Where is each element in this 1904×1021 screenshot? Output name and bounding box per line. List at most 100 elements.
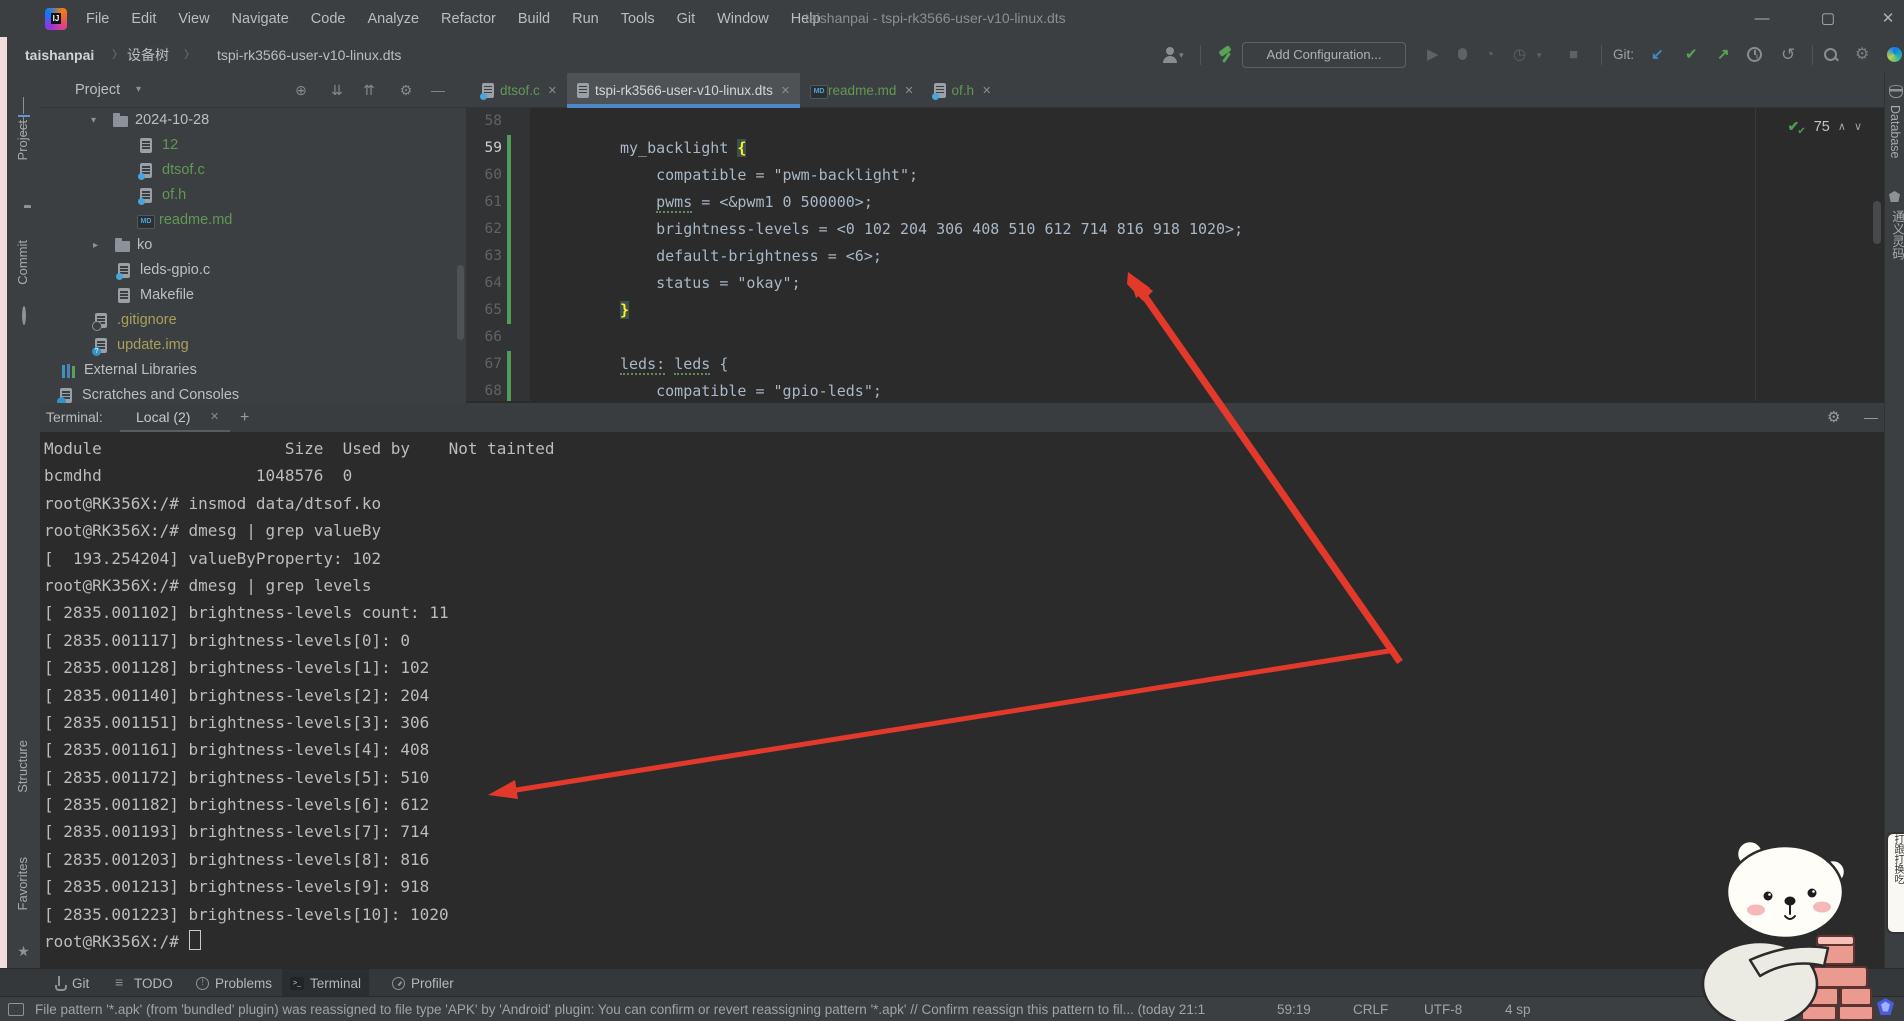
tree-item-external-libraries[interactable]: External Libraries xyxy=(40,358,466,383)
locate-file-icon[interactable]: ⊕ xyxy=(290,73,312,107)
stripe-tab-database[interactable]: Database xyxy=(1888,105,1902,159)
stripe-tab-project[interactable]: Project xyxy=(15,120,30,160)
stripe-tab-favorites[interactable]: Favorites xyxy=(15,857,30,910)
git-commit-check-icon[interactable]: ✔ xyxy=(1685,37,1698,73)
tree-item-2024-10-28[interactable]: ▾2024-10-28 xyxy=(40,108,466,133)
stripe-tab-commit[interactable]: Commit xyxy=(15,240,30,285)
tree-item-dtsof-c[interactable]: dtsof.c xyxy=(40,158,466,183)
user-profile-icon[interactable] xyxy=(1162,47,1178,63)
breadcrumb-project[interactable]: taishanpai xyxy=(25,37,94,73)
close-icon[interactable]: ✕ xyxy=(548,84,557,97)
toolwindow-toggle-icon[interactable] xyxy=(8,1003,24,1016)
close-icon[interactable]: ✕ xyxy=(904,84,913,97)
status-message[interactable]: File pattern '*.apk' (from 'bundled' plu… xyxy=(35,997,1257,1021)
editor-body[interactable]: 5859my_backlight {60 compatible = "pwm-b… xyxy=(466,108,1884,401)
terminal-output[interactable]: Module Size Used by Not taintedbcmdhd 10… xyxy=(40,433,1884,955)
add-configuration-button[interactable]: Add Configuration... xyxy=(1242,42,1406,68)
close-icon[interactable]: ✕ xyxy=(210,403,219,432)
tree-item-12[interactable]: 12 xyxy=(40,133,466,158)
collapse-all-icon[interactable]: ⇈ xyxy=(358,73,380,107)
hide-panel-icon[interactable]: — xyxy=(1864,403,1878,432)
hide-panel-icon[interactable]: — xyxy=(427,73,449,107)
rollback-icon[interactable]: ↺ xyxy=(1781,37,1795,73)
minimize-button[interactable]: — xyxy=(1740,0,1784,37)
tree-item-of-h[interactable]: of.h xyxy=(40,183,466,208)
menu-item-file[interactable]: File xyxy=(75,11,120,27)
chevron-down-icon[interactable]: ▾ xyxy=(1537,37,1542,73)
next-problem-icon[interactable]: ∨ xyxy=(1854,120,1862,133)
scratches-icon xyxy=(60,388,75,403)
menu-item-view[interactable]: View xyxy=(167,11,220,27)
chevron-down-icon[interactable]: ▾ xyxy=(91,108,96,133)
gear-icon[interactable]: ⚙ xyxy=(395,73,417,107)
menu-item-git[interactable]: Git xyxy=(666,11,707,27)
menu-item-analyze[interactable]: Analyze xyxy=(356,11,430,27)
close-icon[interactable]: ✕ xyxy=(982,84,991,97)
tree-item-update-img[interactable]: update.img xyxy=(40,333,466,358)
stripe-tab-structure[interactable]: Structure xyxy=(15,740,30,793)
tree-item--gitignore[interactable]: .gitignore xyxy=(40,308,466,333)
menu-item-build[interactable]: Build xyxy=(507,11,561,27)
terminal-tab-local[interactable]: Local (2) xyxy=(136,403,190,432)
git-update-icon[interactable]: ↙ xyxy=(1651,37,1664,73)
menu-item-navigate[interactable]: Navigate xyxy=(221,11,300,27)
toolwindow-button-todo[interactable]: TODO xyxy=(106,969,181,997)
toolwindow-button-terminal[interactable]: >_Terminal xyxy=(282,969,369,997)
coverage-icon[interactable]: ◔ xyxy=(1485,37,1494,73)
toolwindow-button-problems[interactable]: Problems xyxy=(188,969,280,997)
run-play-icon[interactable]: ▶ xyxy=(1427,37,1439,73)
debug-bug-icon[interactable] xyxy=(1455,37,1469,73)
menu-item-edit[interactable]: Edit xyxy=(120,11,167,27)
menu-item-run[interactable]: Run xyxy=(561,11,610,27)
gear-icon[interactable]: ⚙ xyxy=(1827,403,1840,432)
editor-tab-readme-md[interactable]: MDreadme.md✕ xyxy=(800,73,924,107)
history-clock-icon[interactable] xyxy=(1747,37,1762,73)
breadcrumb-folder[interactable]: 设备树 xyxy=(127,37,169,73)
toolwindow-button-git[interactable]: Git xyxy=(44,969,97,997)
vcs-change-bar xyxy=(507,189,511,216)
tongyi-plugin-icon[interactable] xyxy=(1887,37,1902,73)
tree-item-ko[interactable]: ▸ko xyxy=(40,233,466,258)
tree-item-readme-md[interactable]: MDreadme.md xyxy=(40,208,466,233)
editor-tab-of-h[interactable]: of.h✕ xyxy=(924,73,1002,107)
status-caret-position[interactable]: 59:19 xyxy=(1277,997,1311,1021)
status-line-separator[interactable]: CRLF xyxy=(1353,997,1388,1021)
tongyi-status-icon[interactable] xyxy=(1877,998,1894,1015)
git-push-icon[interactable]: ↗ xyxy=(1717,37,1730,73)
chevron-down-icon[interactable]: ▾ xyxy=(136,73,141,107)
editor-scrollbar[interactable] xyxy=(1873,201,1881,244)
close-button[interactable]: ✕ xyxy=(1866,0,1904,37)
menu-item-refactor[interactable]: Refactor xyxy=(430,11,507,27)
editor-tab-tspi-rk3566-user-v10-linux-dts[interactable]: tspi-rk3566-user-v10-linux.dts✕ xyxy=(567,73,800,107)
chevron-down-icon[interactable]: ▾ xyxy=(1179,37,1184,73)
toolwindow-button-profiler[interactable]: Profiler xyxy=(384,969,462,997)
inspections-widget[interactable]: ✔✔ 75 ∧ ∨ xyxy=(1788,116,1862,137)
build-hammer-icon[interactable] xyxy=(1217,46,1235,64)
editor-tab-dtsof-c[interactable]: dtsof.c✕ xyxy=(472,73,567,107)
menu-item-code[interactable]: Code xyxy=(300,11,357,27)
line-number: 59 xyxy=(466,135,502,162)
project-panel-title[interactable]: Project xyxy=(75,73,120,107)
tree-item-leds-gpio-c[interactable]: leds-gpio.c xyxy=(40,258,466,283)
new-terminal-icon[interactable]: + xyxy=(240,403,249,432)
favorites-star-icon[interactable]: ★ xyxy=(16,944,31,959)
status-indent-style[interactable]: 4 sp xyxy=(1505,997,1531,1021)
chevron-right-icon[interactable]: ▸ xyxy=(93,233,98,258)
menu-item-tools[interactable]: Tools xyxy=(610,11,666,27)
gear-icon[interactable]: ⚙ xyxy=(1855,37,1869,73)
prev-problem-icon[interactable]: ∧ xyxy=(1838,120,1846,133)
tree-item-makefile[interactable]: Makefile xyxy=(40,283,466,308)
project-scrollbar[interactable] xyxy=(457,265,464,340)
status-file-encoding[interactable]: UTF-8 xyxy=(1424,997,1462,1021)
search-icon[interactable] xyxy=(1823,37,1839,73)
close-icon[interactable]: ✕ xyxy=(781,84,790,97)
breadcrumb-file[interactable]: tspi-rk3566-user-v10-linux.dts xyxy=(217,37,401,73)
stripe-tab-tongyi[interactable]: 通义灵码 xyxy=(1888,210,1904,260)
expand-all-icon[interactable]: ⇊ xyxy=(326,73,348,107)
stop-icon[interactable]: ■ xyxy=(1569,37,1578,73)
maximize-button[interactable]: ▢ xyxy=(1806,0,1850,37)
c-file-icon xyxy=(482,83,494,98)
profiler-icon[interactable]: ◷ xyxy=(1513,37,1526,73)
folder-icon[interactable] xyxy=(16,208,31,223)
menu-item-window[interactable]: Window xyxy=(706,11,780,27)
